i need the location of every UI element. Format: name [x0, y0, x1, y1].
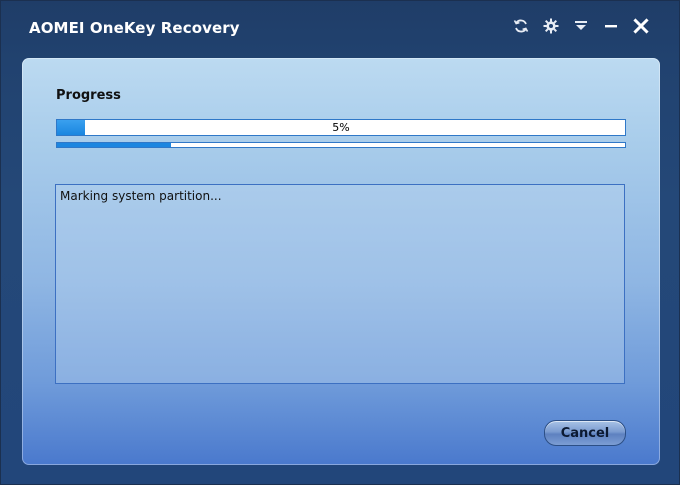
menu-dropdown-icon[interactable] — [571, 15, 591, 37]
sub-progress-bar — [56, 142, 626, 148]
sub-progress-fill — [57, 143, 171, 147]
log-line: Marking system partition... — [60, 189, 222, 203]
minimize-icon[interactable] — [601, 15, 621, 37]
progress-percent: 5% — [332, 121, 350, 134]
app-window: AOMEI OneKey Recovery Progress 5% Markin… — [0, 0, 680, 485]
main-progress-bar: 5% — [56, 119, 626, 136]
close-icon[interactable] — [631, 15, 651, 37]
log-area[interactable]: Marking system partition... — [55, 184, 625, 384]
title-bar: AOMEI OneKey Recovery — [1, 1, 679, 57]
window-controls — [511, 15, 651, 37]
progress-label: Progress — [56, 88, 121, 103]
refresh-icon[interactable] — [511, 15, 531, 37]
app-title: AOMEI OneKey Recovery — [29, 19, 240, 37]
cancel-button[interactable]: Cancel — [544, 420, 626, 446]
content-panel: Progress 5% Marking system partition... … — [22, 58, 660, 465]
gear-icon[interactable] — [541, 15, 561, 37]
